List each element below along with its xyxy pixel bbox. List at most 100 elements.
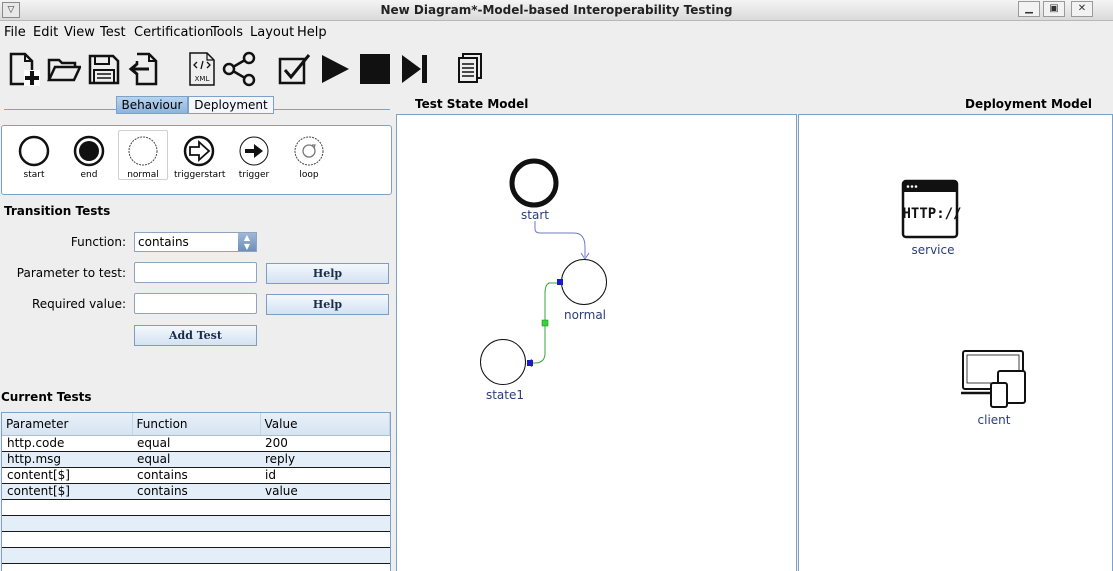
tab-divider-left [4, 109, 116, 110]
cell-value [260, 499, 390, 516]
cell-value [260, 547, 390, 564]
cell-parameter: content[$] [2, 483, 132, 500]
transition-start-normal[interactable] [534, 221, 586, 257]
tab-deployment[interactable]: Deployment [188, 96, 274, 114]
chevron-updown-icon: ▲ ▼ [238, 233, 256, 251]
palette-normal-label: normal [127, 170, 159, 180]
client-node-label: client [977, 413, 1011, 427]
palette-end-label: end [80, 170, 98, 180]
function-select[interactable]: contains ▲ ▼ [134, 232, 257, 252]
table-row[interactable]: http.msg equal reply [2, 451, 390, 468]
column-header-value[interactable]: Value [260, 413, 390, 436]
new-file-icon[interactable] [7, 51, 41, 87]
service-node[interactable]: HTTP:// [901, 179, 962, 239]
test-state-model-title: Test State Model [415, 97, 529, 111]
state-diagram [480, 158, 607, 385]
menu-certification[interactable]: Certification [134, 25, 213, 40]
cell-parameter: http.msg [2, 451, 132, 468]
end-state-icon [73, 135, 105, 167]
cell-function [132, 499, 260, 516]
cell-function: equal [132, 435, 260, 452]
transition-tests-heading: Transition Tests [4, 204, 111, 218]
left-panel: Behaviour Deployment start end normal tr… [0, 96, 394, 571]
menu-test[interactable]: Test [100, 25, 126, 40]
menu-edit[interactable]: Edit [33, 25, 58, 40]
loop-icon [294, 136, 324, 166]
palette-triggerstart-label: triggerstart [174, 170, 226, 180]
check-icon[interactable] [277, 51, 311, 87]
palette-trigger-label: trigger [238, 170, 270, 180]
table-row[interactable]: content[$] contains id [2, 467, 390, 484]
cell-parameter [2, 515, 132, 532]
tab-divider-right [274, 109, 390, 110]
close-icon[interactable]: ✕ [1071, 1, 1093, 17]
state1-node-label: state1 [485, 388, 525, 402]
menu-tools[interactable]: Tools [211, 25, 243, 40]
required-value-input[interactable] [134, 293, 257, 314]
cell-value: id [260, 467, 390, 484]
palette-loop-label: loop [299, 170, 319, 180]
cell-function: contains [132, 467, 260, 484]
palette-trigger[interactable]: trigger [229, 134, 279, 180]
triggerstart-icon [183, 135, 215, 167]
tab-behaviour[interactable]: Behaviour [116, 96, 188, 114]
table-row[interactable] [2, 531, 390, 548]
parameter-input[interactable] [134, 262, 257, 283]
documents-icon[interactable] [453, 51, 487, 87]
normal-node[interactable] [561, 259, 607, 305]
stop-icon[interactable] [358, 51, 392, 87]
cell-value: reply [260, 451, 390, 468]
cell-function: equal [132, 451, 260, 468]
palette-start[interactable]: start [9, 134, 59, 180]
cell-value: 200 [260, 435, 390, 452]
column-header-parameter[interactable]: Parameter [2, 413, 133, 436]
palette-loop[interactable]: loop [284, 134, 334, 180]
service-node-label: service [911, 243, 955, 257]
add-test-button[interactable]: Add Test [134, 325, 257, 346]
palette-normal[interactable]: normal [118, 130, 168, 180]
xml-icon[interactable]: XML [185, 51, 219, 87]
open-folder-icon[interactable] [47, 51, 82, 87]
cell-parameter [2, 547, 132, 564]
required-value-label: Required value: [31, 297, 126, 311]
edge-handle-source[interactable] [557, 279, 563, 285]
palette-triggerstart[interactable]: triggerstart [174, 134, 226, 180]
edge-handle-target[interactable] [527, 360, 533, 366]
table-row[interactable]: http.code equal 200 [2, 435, 390, 452]
menu-layout[interactable]: Layout [250, 25, 294, 40]
step-icon[interactable] [399, 51, 433, 87]
start-node[interactable] [509, 158, 559, 208]
state-palette: start end normal triggerstart trigger lo… [1, 125, 392, 195]
deployment-model-canvas[interactable]: HTTP:// service client [798, 114, 1113, 571]
share-graph-icon[interactable] [222, 51, 256, 87]
cell-function [132, 515, 260, 532]
table-row[interactable] [2, 547, 390, 564]
table-row[interactable]: content[$] contains value [2, 483, 390, 500]
cell-value: value [260, 483, 390, 500]
play-icon[interactable] [318, 51, 352, 87]
state1-node[interactable] [480, 339, 526, 385]
table-row[interactable] [2, 499, 390, 516]
menu-file[interactable]: File [4, 25, 26, 40]
deployment-diagram: HTTP:// [901, 179, 1026, 408]
function-select-value: contains [138, 235, 189, 249]
import-icon[interactable] [127, 51, 161, 87]
menu-view[interactable]: View [64, 25, 95, 40]
maximize-icon[interactable]: ▣ [1043, 1, 1065, 17]
required-value-help-button[interactable]: Help [266, 294, 389, 315]
start-node-label: start [521, 208, 549, 222]
palette-end[interactable]: end [64, 134, 114, 180]
function-label: Function: [70, 235, 126, 249]
test-state-model-canvas[interactable]: start normal state1 [396, 114, 797, 571]
cell-value [260, 531, 390, 548]
minimize-icon[interactable]: ▁ [1018, 1, 1040, 17]
table-row[interactable] [2, 515, 390, 532]
column-header-function[interactable]: Function [132, 413, 261, 436]
cell-parameter: http.code [2, 435, 132, 452]
edge-handle-mid[interactable] [541, 319, 549, 327]
save-icon[interactable] [87, 51, 121, 87]
parameter-help-button[interactable]: Help [266, 263, 389, 284]
cell-function: contains [132, 483, 260, 500]
menu-help[interactable]: Help [297, 25, 327, 40]
client-node[interactable] [961, 350, 1026, 408]
